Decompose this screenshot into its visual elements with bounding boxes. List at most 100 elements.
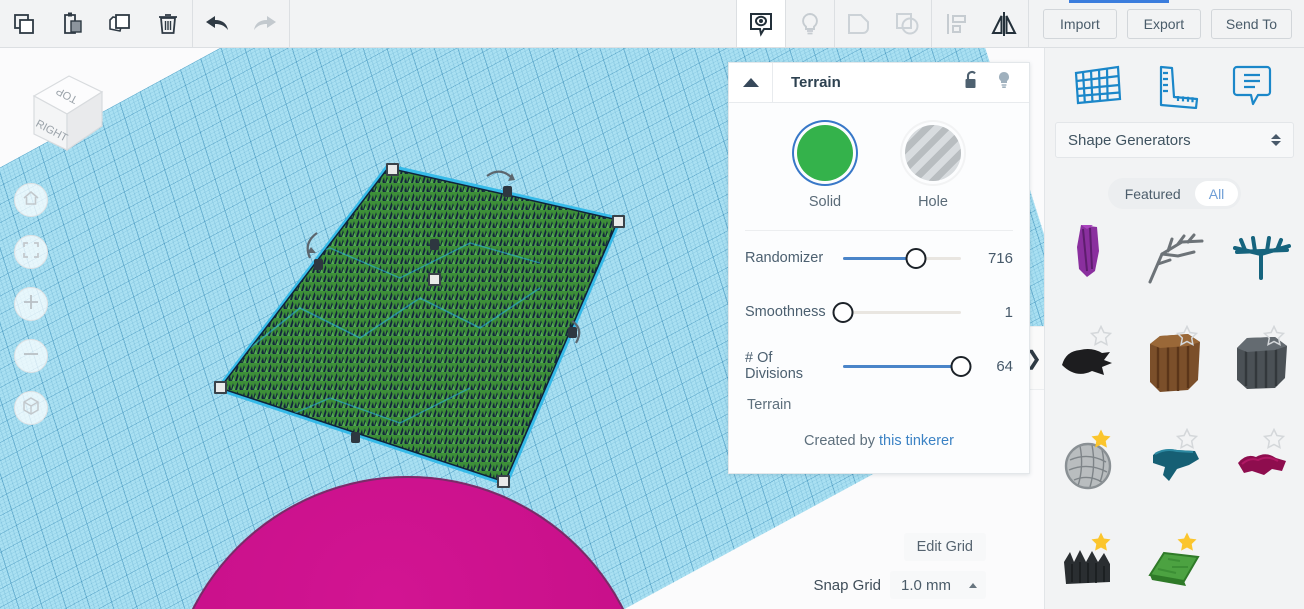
shape-green-terrain[interactable] [1132, 517, 1219, 609]
favorite-star-outline-icon[interactable] [1262, 427, 1286, 455]
favorite-star-outline-icon[interactable] [1176, 427, 1199, 455]
slider-track[interactable] [832, 302, 961, 323]
favorite-star-outline-icon[interactable] [1176, 324, 1199, 352]
home-view-button[interactable] [14, 183, 48, 217]
filter-segmented-wrap: Featured All [1045, 178, 1304, 209]
shape-name-note: Terrain [747, 397, 792, 413]
zoom-out-button[interactable] [14, 339, 48, 373]
resize-handle-bottom[interactable] [497, 475, 510, 488]
solid-label: Solid [808, 194, 842, 210]
snap-grid-control: Snap Grid 1.0 mm [813, 571, 986, 599]
ungroup-button[interactable] [883, 0, 931, 47]
filter-featured[interactable]: Featured [1111, 181, 1195, 206]
unlock-icon[interactable] [963, 70, 981, 95]
fit-frame-icon [22, 241, 40, 264]
notes-icon[interactable] [1224, 61, 1280, 109]
shape-black-blob[interactable] [1045, 311, 1132, 414]
shape-gray-tree[interactable] [1132, 208, 1219, 311]
rotate-grip-left[interactable] [314, 259, 323, 270]
hole-swatch[interactable] [905, 125, 961, 181]
panel-header-actions [963, 70, 1029, 95]
rotate-grip-top[interactable] [503, 186, 512, 197]
shape-category-select[interactable]: Shape Generators [1055, 122, 1294, 158]
rotate-grip-center[interactable] [430, 239, 439, 250]
trash-icon [154, 10, 182, 38]
rotate-grip-right[interactable] [568, 327, 577, 338]
mirror-button[interactable] [980, 0, 1028, 47]
zoom-in-button[interactable] [14, 287, 48, 321]
favorite-star-outline-icon[interactable] [1089, 324, 1112, 352]
slider-randomizer: Randomizer 716 [729, 231, 1029, 285]
shape-gray-sphere[interactable] [1045, 414, 1132, 517]
slider-track[interactable] [843, 356, 972, 377]
resize-handle-top[interactable] [386, 163, 399, 176]
undo-arrow-icon [201, 10, 233, 38]
favorite-star-filled-icon[interactable] [1090, 428, 1112, 455]
workplane-icon[interactable] [1070, 61, 1126, 109]
solid-swatch[interactable] [797, 125, 853, 181]
delete-button[interactable] [144, 0, 192, 47]
plus-icon [22, 293, 40, 316]
panel-title: Terrain [791, 74, 841, 91]
send-to-button[interactable]: Send To [1210, 8, 1292, 39]
import-button[interactable]: Import [1042, 8, 1117, 39]
solid-option[interactable]: Solid [797, 125, 853, 210]
hole-option[interactable]: Hole [905, 125, 961, 210]
slider-knob[interactable] [950, 356, 972, 377]
slider-fill [843, 365, 961, 368]
shape-brown-logs[interactable] [1132, 311, 1219, 414]
duplicate-button[interactable] [96, 0, 144, 47]
slider-num-divisions: # Of Divisions 64 [729, 339, 1029, 393]
resize-handle-left[interactable] [214, 381, 227, 394]
redo-button[interactable] [241, 0, 289, 47]
view-cube[interactable]: TOP RIGHT [14, 62, 110, 158]
shape-teal-landmass[interactable] [1132, 414, 1219, 517]
group-button[interactable] [835, 0, 883, 47]
lightbulb-icon[interactable] [995, 70, 1013, 95]
shape-black-grass[interactable] [1045, 517, 1132, 609]
file-actions: Import Export Send To [1029, 0, 1304, 47]
slider-track[interactable] [843, 248, 961, 269]
caret-up-icon [969, 582, 977, 588]
shape-thumbnail [1232, 235, 1291, 280]
align-button[interactable] [932, 0, 980, 47]
favorite-star-filled-icon[interactable] [1090, 531, 1112, 558]
paste-button[interactable] [48, 0, 96, 47]
show-hide-button[interactable] [736, 0, 785, 47]
shape-gallery-grid[interactable] [1045, 208, 1304, 609]
stepper-down-icon [1271, 141, 1281, 146]
shape-magenta-ridge[interactable] [1218, 414, 1304, 517]
ungroup-shapes-icon [892, 9, 922, 39]
favorite-star-outline-icon[interactable] [1262, 324, 1286, 352]
filter-all[interactable]: All [1194, 181, 1239, 206]
ruler-icon[interactable] [1147, 61, 1203, 109]
shape-gray-logs[interactable] [1218, 311, 1304, 414]
edit-grid-button[interactable]: Edit Grid [903, 533, 986, 561]
stepper-icon [1271, 134, 1281, 146]
minus-icon [22, 345, 40, 368]
shape-purple-column[interactable] [1045, 208, 1132, 311]
favorite-star-filled-icon[interactable] [1176, 531, 1198, 558]
snap-grid-select[interactable]: 1.0 mm [890, 571, 986, 599]
copy-button[interactable] [0, 0, 48, 47]
slider-knob[interactable] [905, 248, 927, 269]
shape-filter-toggle: Featured All [1107, 178, 1242, 209]
height-handle-center[interactable] [428, 273, 441, 286]
slider-label: Smoothness [745, 303, 826, 320]
slider-knob[interactable] [832, 302, 854, 323]
right-sidebar: Shape Generators Featured All [1044, 48, 1304, 609]
slider-label: Randomizer [745, 249, 824, 266]
projection-toggle-button[interactable] [14, 391, 48, 425]
mirror-icon [988, 9, 1020, 39]
light-button[interactable] [786, 0, 834, 47]
rotate-grip-bottom[interactable] [351, 432, 360, 443]
undo-button[interactable] [193, 0, 241, 47]
resize-handle-right[interactable] [612, 215, 625, 228]
export-button[interactable]: Export [1126, 8, 1201, 39]
tinkercad-app: Import Export Send To TOP RIGHT Edit Gri… [0, 0, 1304, 609]
credit-link[interactable]: this tinkerer [879, 433, 954, 449]
fit-view-button[interactable] [14, 235, 48, 269]
panel-collapse-button[interactable] [729, 63, 773, 102]
shape-teal-tree[interactable] [1218, 208, 1304, 311]
